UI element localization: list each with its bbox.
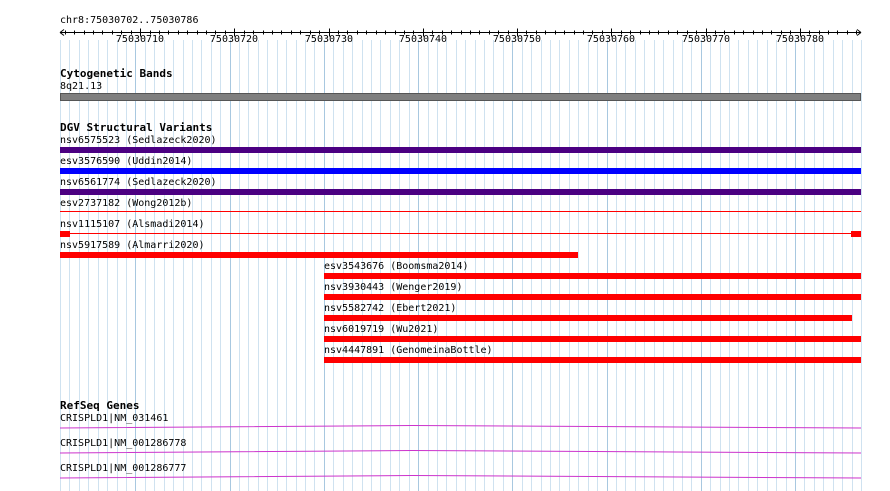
sv-segment-right bbox=[851, 231, 861, 237]
sv-label: nsv1115107 (Alsmadi2014) bbox=[60, 219, 205, 230]
sv-feature-nsv1115107[interactable] bbox=[60, 231, 861, 237]
gene-feature[interactable] bbox=[60, 474, 861, 480]
sv-label: nsv6561774 (Sedlazeck2020) bbox=[60, 177, 217, 188]
intron-line bbox=[60, 474, 861, 479]
gene-feature[interactable] bbox=[60, 449, 861, 455]
sv-feature-esv2737182[interactable] bbox=[60, 211, 861, 212]
intron-line bbox=[60, 449, 861, 454]
track-title-cytoband: Cytogenetic Bands bbox=[60, 67, 173, 80]
sv-feature-nsv5582742[interactable] bbox=[324, 315, 852, 321]
sv-label: nsv6019719 (Wu2021) bbox=[324, 324, 439, 335]
sv-feature-nsv6019719[interactable] bbox=[324, 336, 861, 342]
sv-feature-nsv4447891[interactable] bbox=[324, 357, 861, 363]
sv-feature-nsv6575523[interactable] bbox=[60, 147, 861, 153]
intron-line bbox=[60, 424, 861, 429]
cytoband-label: 8q21.13 bbox=[60, 81, 103, 92]
sv-label: esv2737182 (Wong2012b) bbox=[60, 198, 193, 209]
sv-feature-nsv5917589[interactable] bbox=[60, 252, 578, 258]
sv-label: nsv5582742 (Ebert2021) bbox=[324, 303, 457, 314]
sv-label: esv3543676 (Boomsma2014) bbox=[324, 261, 469, 272]
sv-segment-left bbox=[60, 231, 70, 237]
sv-label: esv3576590 (Uddin2014) bbox=[60, 156, 193, 167]
sv-feature-nsv3930443[interactable] bbox=[324, 294, 861, 300]
gene-feature[interactable] bbox=[60, 424, 861, 430]
sv-feature-nsv6561774[interactable] bbox=[60, 189, 861, 195]
tracks-panel: Cytogenetic Bands 8q21.13 DGV Structural… bbox=[0, 0, 890, 491]
sv-label: nsv5917589 (Almarri2020) bbox=[60, 240, 205, 251]
track-title-dgv: DGV Structural Variants bbox=[60, 121, 213, 134]
sv-feature-esv3576590[interactable] bbox=[60, 168, 861, 174]
sv-label: nsv6575523 (Sedlazeck2020) bbox=[60, 135, 217, 146]
sv-feature-esv3543676[interactable] bbox=[324, 273, 861, 279]
track-title-refseq: RefSeq Genes bbox=[60, 399, 140, 412]
sv-label: nsv4447891 (GenomeinaBottle) bbox=[324, 345, 493, 356]
sv-label: nsv3930443 (Wenger2019) bbox=[324, 282, 463, 293]
sv-connector bbox=[60, 233, 861, 234]
cytoband-bar[interactable] bbox=[60, 93, 861, 101]
